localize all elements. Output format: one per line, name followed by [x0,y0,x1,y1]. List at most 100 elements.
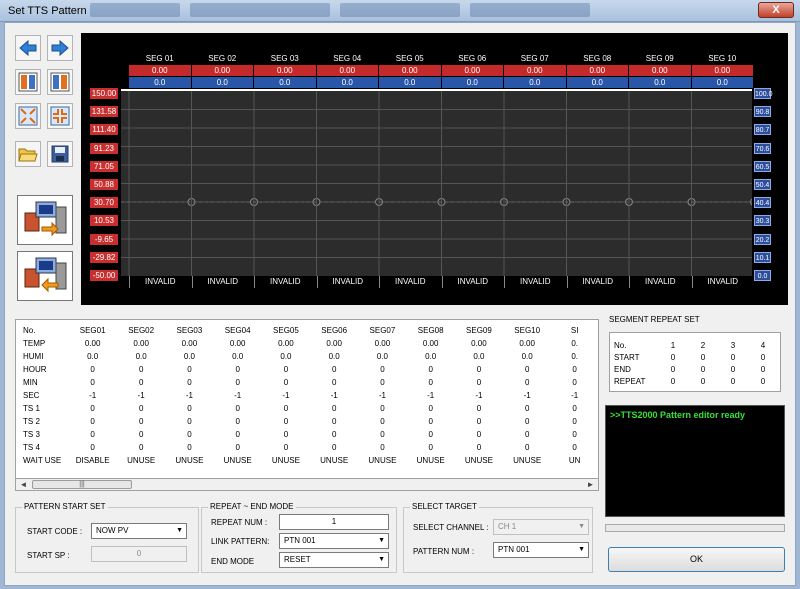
table-cell[interactable]: 0 [310,376,358,389]
table-cell[interactable]: -1 [455,389,503,402]
table-cell[interactable]: 0 [407,363,455,376]
table-cell[interactable]: 0 [165,415,213,428]
table-cell[interactable]: 0 [358,415,406,428]
table-cell[interactable]: -1 [551,389,598,402]
start-code-select[interactable]: NOW PV ▼ [91,523,187,539]
repeat-cell[interactable]: 0 [718,375,748,387]
table-cell[interactable]: UNUSE [503,454,551,467]
table-cell[interactable]: 0 [503,428,551,441]
table-cell[interactable]: UNUSE [455,454,503,467]
segment-header[interactable]: SEG 02 [192,53,254,64]
table-cell[interactable]: UNUSE [165,454,213,467]
table-cell[interactable]: 0 [262,415,310,428]
table-cell[interactable]: 0 [358,428,406,441]
next-button[interactable] [47,35,73,61]
table-cell[interactable]: UNUSE [310,454,358,467]
table-cell[interactable]: 0.00 [455,337,503,350]
table-cell[interactable]: 0 [68,363,117,376]
table-cell[interactable]: 0 [117,376,165,389]
table-cell[interactable]: 0.0 [358,350,406,363]
open-file-button[interactable] [15,141,41,167]
table-cell[interactable]: 0 [262,376,310,389]
table-cell[interactable]: 0 [551,402,598,415]
table-cell[interactable]: 0 [455,441,503,454]
table-cell[interactable]: 0 [310,415,358,428]
segment-temp-value[interactable]: 0.00 [129,65,191,76]
repeat-cell[interactable]: 0 [748,363,778,375]
table-cell[interactable]: 0.0 [455,350,503,363]
table-cell[interactable]: -1 [165,389,213,402]
repeat-cell[interactable]: 0 [688,375,718,387]
table-cell[interactable]: UNUSE [262,454,310,467]
upload-pattern-button[interactable] [17,195,73,245]
table-cell[interactable]: 0 [503,402,551,415]
segment-humi-value[interactable]: 0.0 [191,77,253,88]
segment-header[interactable]: SEG 09 [629,53,691,64]
table-cell[interactable]: -1 [117,389,165,402]
table-cell[interactable]: 0.0 [214,350,262,363]
pattern-num-select[interactable]: PTN 001 ▼ [493,542,589,558]
table-cell[interactable]: -1 [407,389,455,402]
segment-header[interactable]: SEG 05 [379,53,441,64]
table-cell[interactable]: -1 [214,389,262,402]
link-pattern-select[interactable]: PTN 001 ▼ [279,533,389,549]
table-cell[interactable]: 0.00 [117,337,165,350]
table-cell[interactable]: DISABLE [68,454,117,467]
table-cell[interactable]: 0 [358,441,406,454]
end-mode-select[interactable]: RESET ▼ [279,552,389,568]
segment-temp-value[interactable]: 0.00 [254,65,316,76]
table-cell[interactable]: 0 [358,402,406,415]
table-cell[interactable]: 0 [117,415,165,428]
table-cell[interactable]: 0 [407,415,455,428]
table-cell[interactable]: 0.0 [68,350,117,363]
repeat-cell[interactable]: 0 [718,363,748,375]
table-cell[interactable]: 0 [358,363,406,376]
scroll-right-icon[interactable]: ► [584,479,597,490]
delete-segment-button[interactable] [47,69,73,95]
table-cell[interactable]: 0 [262,363,310,376]
repeat-num-input[interactable]: 1 [279,514,389,530]
table-cell[interactable]: 0 [214,376,262,389]
repeat-cell[interactable]: 0 [658,363,688,375]
segment-temp-value[interactable]: 0.00 [504,65,566,76]
segment-temp-value[interactable]: 0.00 [629,65,691,76]
table-cell[interactable]: 0 [214,428,262,441]
table-horizontal-scrollbar[interactable]: ◄ ||| ► [15,478,599,491]
table-cell[interactable]: 0.0 [407,350,455,363]
table-cell[interactable]: 0 [455,402,503,415]
table-cell[interactable]: 0 [117,428,165,441]
close-button[interactable]: X [758,2,794,18]
table-cell[interactable]: 0 [68,376,117,389]
segment-temp-value[interactable]: 0.00 [566,65,628,76]
table-cell[interactable]: 0 [165,363,213,376]
table-cell[interactable]: 0 [68,441,117,454]
table-cell[interactable]: 0 [165,428,213,441]
scroll-left-icon[interactable]: ◄ [17,479,30,490]
table-cell[interactable]: 0 [551,428,598,441]
table-cell[interactable]: 0 [455,428,503,441]
shrink-graph-button[interactable] [47,103,73,129]
repeat-cell[interactable]: 0 [658,375,688,387]
segment-table[interactable]: No. SEG01 SEG02 SEG03 SEG04 SEG05 SEG06 SEG07 SE… [15,319,599,491]
segment-header[interactable]: SEG 10 [692,53,754,64]
table-cell[interactable]: 0 [551,441,598,454]
table-cell[interactable]: 0 [214,415,262,428]
repeat-cell[interactable]: 0 [718,351,748,363]
graph-plot-area[interactable] [121,89,758,276]
table-cell[interactable]: 0 [407,402,455,415]
segment-header[interactable]: SEG 04 [317,53,379,64]
table-cell[interactable]: 0.0 [262,350,310,363]
table-cell[interactable]: UN [551,454,598,467]
repeat-cell[interactable]: 0 [658,351,688,363]
scroll-thumb[interactable]: ||| [32,480,132,489]
table-cell[interactable]: 0 [165,402,213,415]
table-cell[interactable]: 0 [455,376,503,389]
table-cell[interactable]: 0.00 [165,337,213,350]
segment-header[interactable]: SEG 03 [254,53,316,64]
table-cell[interactable]: -1 [68,389,117,402]
table-cell[interactable]: 0 [68,428,117,441]
table-cell[interactable]: 0.00 [503,337,551,350]
table-cell[interactable]: 0.00 [68,337,117,350]
table-cell[interactable]: 0 [262,402,310,415]
segment-header[interactable]: SEG 07 [504,53,566,64]
